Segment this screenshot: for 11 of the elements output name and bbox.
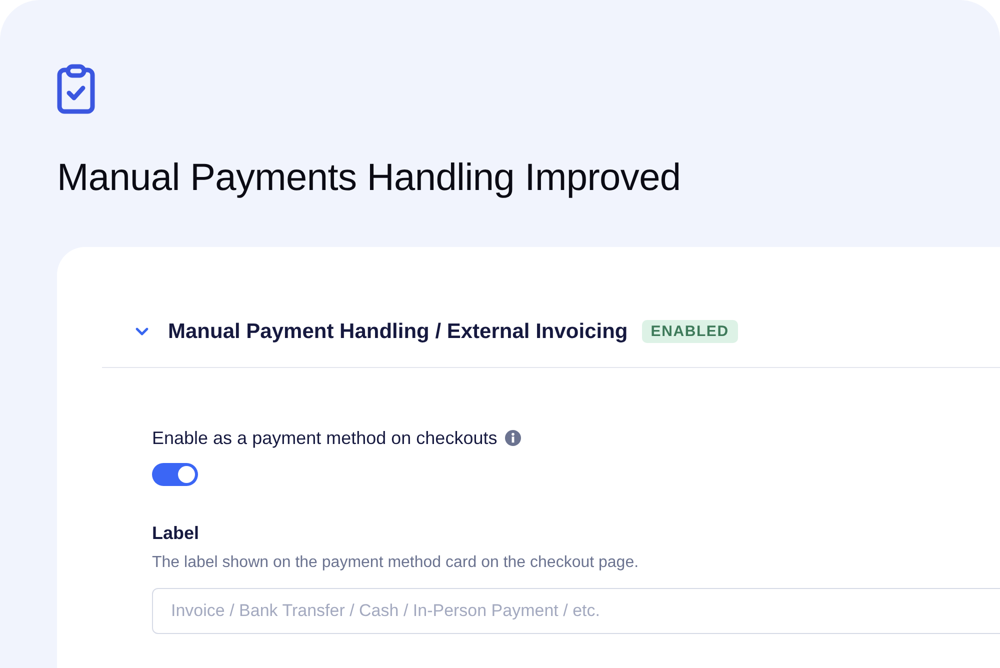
page-title: Manual Payments Handling Improved: [57, 156, 682, 201]
field-label: Label: [152, 522, 200, 544]
section-title: Manual Payment Handling / External Invoicing: [168, 320, 628, 344]
input-field[interactable]: Invoice / Bank Transfer / Cash / In-Person Payment / etc.: [152, 588, 1000, 634]
toggle-label: Enable as a payment method on checkouts: [152, 428, 498, 449]
clipboard-check-icon: [57, 64, 95, 114]
status-badge: ENABLED: [642, 320, 738, 344]
info-icon[interactable]: [505, 430, 522, 446]
chevron-icon[interactable]: [135, 327, 149, 336]
field-description: The label shown on the payment method card on the checkout page.: [152, 554, 640, 572]
toggle-switch[interactable]: [152, 462, 198, 486]
